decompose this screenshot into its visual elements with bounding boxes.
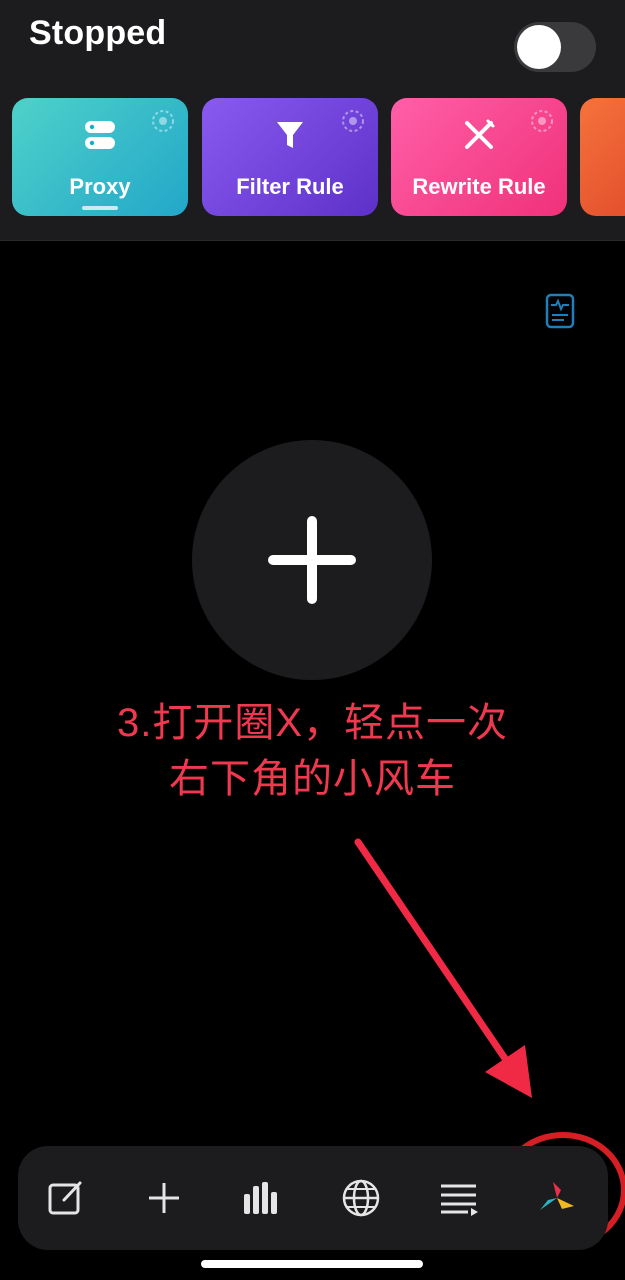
pinwheel-icon[interactable] [531,1172,583,1224]
edit-icon[interactable] [40,1172,92,1224]
stats-icon[interactable] [236,1172,288,1224]
annotation-arrow-head [485,1045,532,1098]
globe-icon[interactable] [335,1172,387,1224]
bottom-tab-bar [18,1146,608,1250]
annotation-overlay [354,838,625,1248]
annotation-arrow-shaft [354,838,510,1064]
home-indicator [201,1260,423,1268]
list-icon[interactable] [433,1172,485,1224]
add-icon[interactable] [138,1172,190,1224]
